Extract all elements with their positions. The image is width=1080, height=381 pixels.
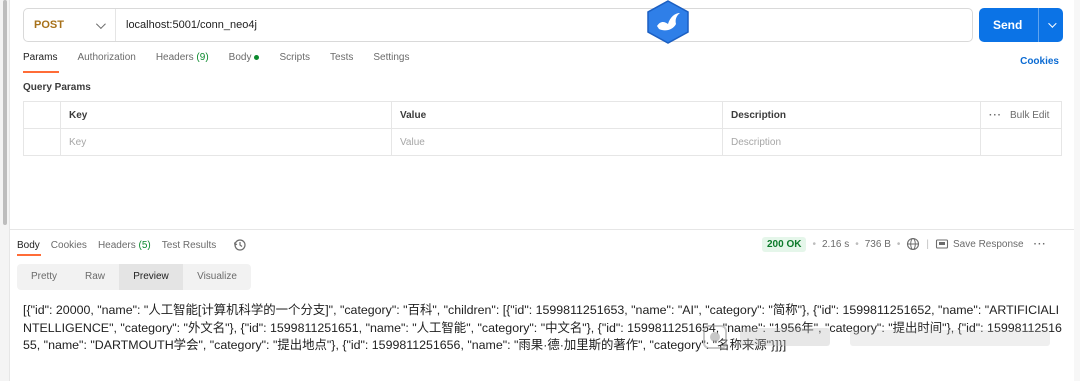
view-raw[interactable]: Raw — [71, 264, 119, 290]
tab-label: Cookies — [50, 239, 87, 251]
history-icon[interactable] — [233, 238, 247, 252]
method-label: POST — [34, 19, 64, 31]
response-status-bar: 200 OK • 2.16 s • 736 B • | Save Respons… — [762, 236, 1047, 252]
headers-count: (5) — [138, 239, 151, 251]
response-time[interactable]: 2.16 s — [822, 239, 849, 250]
globe-icon[interactable] — [906, 237, 920, 251]
send-divider — [1038, 8, 1039, 42]
bulk-edit-label: Bulk Edit — [1010, 110, 1050, 121]
url-input[interactable]: localhost:5001/conn_neo4j — [116, 19, 257, 31]
tab-label: Headers — [155, 52, 194, 63]
active-response-tab-underline — [17, 254, 41, 256]
key-column-header: Key — [60, 102, 391, 129]
tab-label: Tests — [330, 52, 354, 63]
pane-splitter[interactable] — [10, 229, 1074, 230]
watermark-logo-icon — [703, 325, 1050, 349]
view-preview[interactable]: Preview — [119, 264, 183, 290]
postman-window: POST localhost:5001/conn_neo4j Send Para… — [0, 0, 1080, 381]
query-params-table: Key Value Description ··· Bulk Edit Key V… — [23, 101, 1062, 156]
tab-label: Params — [23, 52, 58, 63]
tab-settings[interactable]: Settings — [373, 52, 409, 72]
table-row: Key Value Description — [24, 129, 1061, 156]
row-end-cell — [980, 129, 1063, 156]
tab-params[interactable]: Params — [23, 52, 57, 72]
value-input[interactable]: Value — [391, 129, 722, 156]
description-input[interactable]: Description — [722, 129, 980, 156]
request-tabs: Params Authorization Headers (9) Body Sc… — [23, 52, 430, 72]
right-scrollbar[interactable] — [1074, 0, 1080, 381]
bird-logo-icon — [647, 0, 689, 44]
separator-dot: | — [926, 238, 930, 250]
tab-test-results[interactable]: Test Results — [162, 240, 216, 251]
url-bar: POST localhost:5001/conn_neo4j — [23, 8, 973, 42]
tab-headers[interactable]: Headers (9) — [156, 52, 209, 72]
method-select[interactable]: POST — [24, 9, 116, 41]
description-column-header: Description — [722, 102, 980, 129]
tab-scripts[interactable]: Scripts — [279, 52, 310, 72]
query-params-title: Query Params — [23, 82, 91, 93]
table-header-row: Key Value Description ··· Bulk Edit — [24, 102, 1061, 129]
more-options-icon[interactable]: ··· — [1034, 239, 1047, 250]
cookies-link[interactable]: Cookies — [1020, 56, 1059, 67]
send-label: Send — [993, 18, 1023, 32]
separator-dot: • — [855, 238, 859, 250]
tab-response-headers[interactable]: Headers (5) — [98, 240, 151, 251]
tab-response-body[interactable]: Body — [17, 240, 40, 251]
left-scrollbar[interactable] — [0, 0, 10, 381]
view-visualize[interactable]: Visualize — [183, 264, 251, 290]
separator-dot: • — [812, 238, 816, 250]
separator-dot: • — [896, 238, 901, 250]
tab-label: Body — [228, 52, 252, 63]
response-size[interactable]: 736 B — [865, 239, 891, 250]
tab-body[interactable]: Body — [229, 52, 260, 72]
view-mode-selector: Pretty Raw Preview Visualize — [17, 264, 251, 290]
scrollbar-thumb[interactable] — [3, 0, 7, 225]
headers-count: (9) — [196, 52, 209, 63]
view-pretty[interactable]: Pretty — [17, 264, 71, 290]
tab-response-cookies[interactable]: Cookies — [51, 240, 87, 251]
key-input[interactable]: Key — [60, 129, 391, 156]
tab-authorization[interactable]: Authorization — [77, 52, 135, 72]
row-checkbox-cell — [24, 129, 60, 156]
chevron-down-icon[interactable] — [1048, 19, 1057, 28]
checkbox-column-header — [24, 102, 60, 129]
body-indicator-dot — [254, 54, 260, 60]
chevron-down-icon — [95, 18, 106, 29]
status-badge[interactable]: 200 OK — [762, 236, 807, 252]
tab-label: Headers — [97, 239, 136, 251]
value-column-header: Value — [391, 102, 722, 129]
tab-label: Body — [17, 239, 40, 251]
send-button[interactable]: Send — [979, 8, 1063, 42]
tab-label: Authorization — [77, 52, 136, 63]
bulk-edit-button[interactable]: ··· Bulk Edit — [980, 102, 1063, 129]
save-response-icon[interactable] — [935, 237, 949, 251]
tab-tests[interactable]: Tests — [330, 52, 353, 72]
save-response-button[interactable]: Save Response — [953, 239, 1024, 250]
more-icon[interactable]: ··· — [989, 110, 1002, 121]
tab-label: Settings — [373, 52, 410, 63]
tab-label: Test Results — [161, 239, 217, 251]
response-tabs: Body Cookies Headers (5) Test Results — [17, 238, 247, 252]
active-tab-underline — [23, 71, 59, 73]
tab-label: Scripts — [279, 52, 311, 63]
